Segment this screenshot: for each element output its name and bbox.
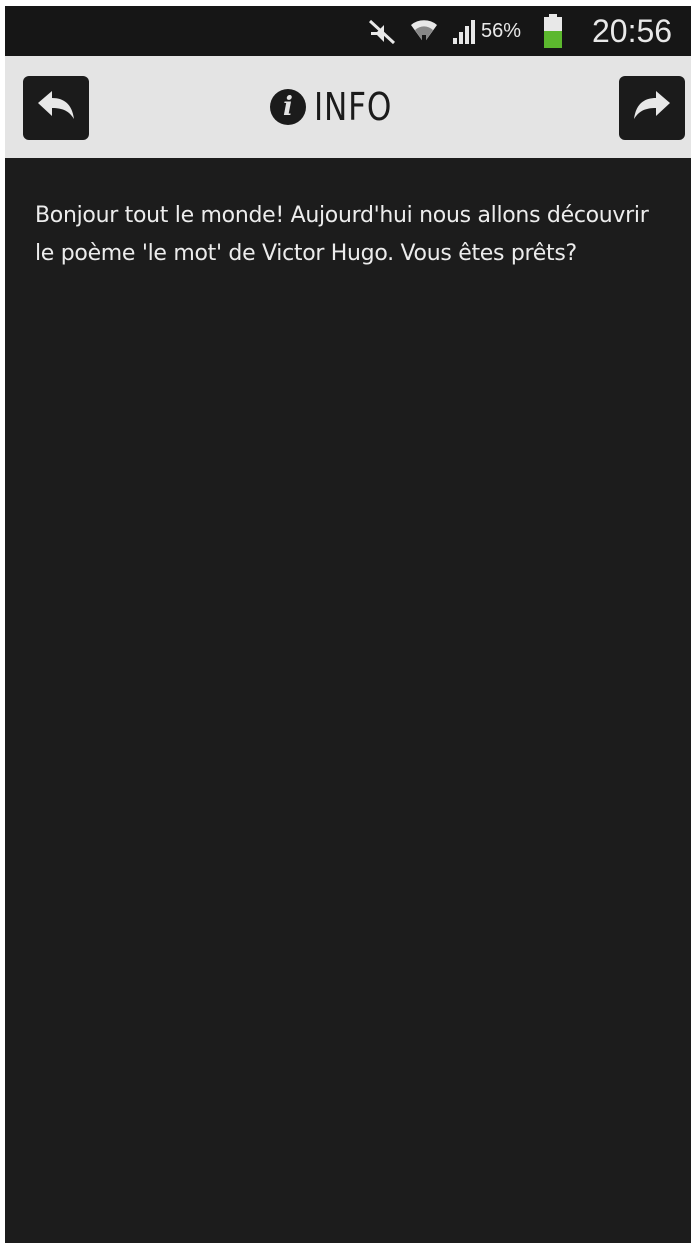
forward-button[interactable] xyxy=(619,76,685,140)
app-screen: 56% 20:56 i INFO Bonjour tout le monde! … xyxy=(5,6,691,1243)
page-title-text: INFO xyxy=(314,85,393,129)
status-bar: 56% 20:56 xyxy=(5,6,691,56)
info-text: Bonjour tout le monde! Aujourd'hui nous … xyxy=(35,203,649,266)
signal-icon xyxy=(451,6,479,56)
battery-percent: 56% xyxy=(481,19,522,42)
wifi-icon xyxy=(409,6,439,56)
action-bar: i INFO xyxy=(5,56,691,158)
reply-arrow-icon xyxy=(36,89,76,127)
forward-arrow-icon xyxy=(632,89,672,127)
clock: 20:56 xyxy=(592,12,673,49)
back-button[interactable] xyxy=(23,76,89,140)
battery-icon xyxy=(543,6,563,56)
page-title: i INFO xyxy=(5,56,691,158)
mute-icon xyxy=(367,6,397,56)
info-icon: i xyxy=(270,89,306,125)
